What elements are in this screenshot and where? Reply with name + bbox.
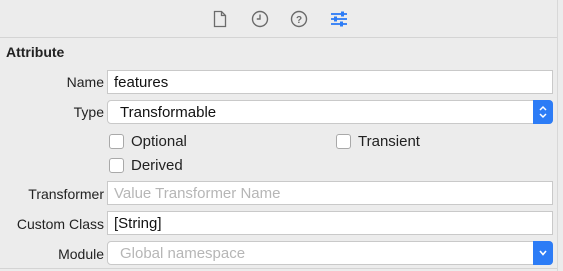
- module-label: Module: [58, 246, 104, 262]
- type-popup[interactable]: Transformable: [107, 100, 553, 124]
- derived-label: Derived: [131, 157, 183, 174]
- section-title: Attribute: [6, 44, 65, 60]
- chevron-down-icon[interactable]: [533, 241, 553, 265]
- sliders-icon[interactable]: [329, 9, 349, 29]
- optional-checkbox[interactable]: [109, 134, 124, 149]
- module-value: Global namespace: [120, 245, 246, 262]
- transient-label: Transient: [358, 133, 420, 150]
- name-field[interactable]: features: [107, 70, 553, 94]
- help-icon[interactable]: ?: [289, 9, 309, 29]
- type-label: Type: [73, 104, 104, 120]
- file-icon[interactable]: [210, 9, 230, 29]
- transformer-label: Transformer: [28, 186, 104, 202]
- svg-text:?: ?: [296, 15, 302, 26]
- inspector-toolbar: ?: [0, 0, 563, 38]
- bottom-divider: [0, 268, 563, 269]
- clock-icon[interactable]: [250, 9, 270, 29]
- custom-class-label: Custom Class: [16, 216, 104, 232]
- transient-checkbox[interactable]: [336, 134, 351, 149]
- type-value: Transformable: [120, 104, 217, 121]
- module-popup[interactable]: Global namespace: [107, 241, 553, 265]
- derived-checkbox[interactable]: [109, 158, 124, 173]
- updown-chevron-icon[interactable]: [533, 100, 553, 124]
- custom-class-field[interactable]: [String]: [107, 211, 553, 235]
- optional-label: Optional: [131, 133, 187, 150]
- transformer-field[interactable]: Value Transformer Name: [107, 181, 553, 205]
- name-label: Name: [66, 74, 104, 90]
- right-edge: [557, 0, 563, 271]
